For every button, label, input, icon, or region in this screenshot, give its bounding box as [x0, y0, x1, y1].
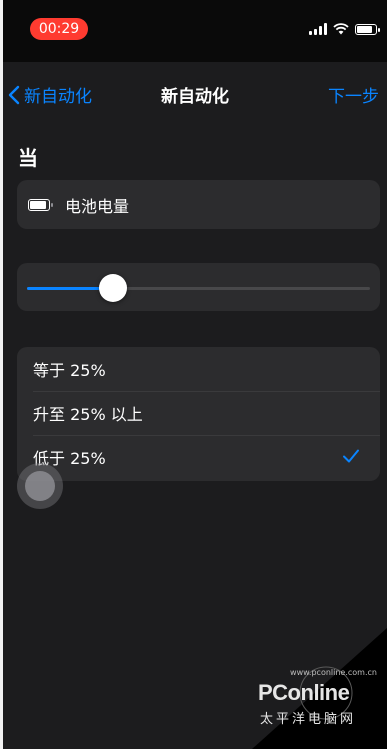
watermark-domain: www.pconline.com.cn: [290, 668, 377, 677]
watermark-logo: www.pconline.com.cn PConline 太平洋电脑网: [258, 668, 383, 744]
watermark-background: [252, 628, 387, 749]
watermark-brand: PConline: [258, 680, 350, 705]
watermark-subtitle: 太平洋电脑网: [260, 712, 357, 727]
